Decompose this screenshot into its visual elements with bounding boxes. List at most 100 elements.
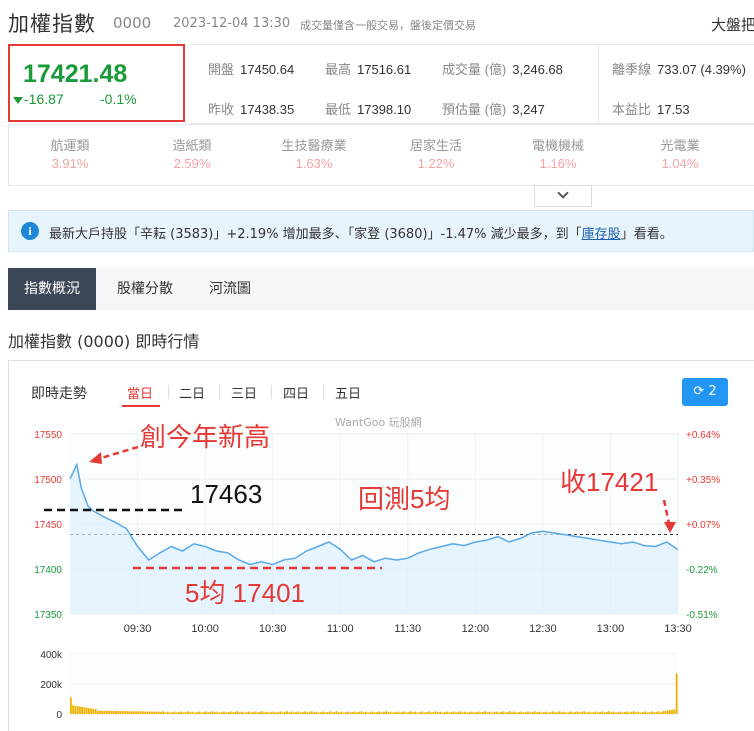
volume-bar — [337, 712, 340, 715]
volume-bar — [90, 708, 93, 715]
volume-bar — [488, 711, 491, 714]
volume-bar — [648, 711, 651, 715]
volume-bar — [335, 711, 338, 714]
volume-bar — [455, 712, 457, 714]
volume-bar — [142, 711, 144, 714]
volume-bar — [139, 711, 142, 714]
volume-bar — [265, 711, 268, 714]
volume-bar — [225, 712, 228, 714]
volume-bar — [416, 712, 419, 714]
volume-bar — [572, 712, 574, 714]
volume-bar — [182, 712, 185, 714]
volume-bar — [202, 711, 205, 715]
y-tick-left: 17400 — [34, 565, 62, 576]
volume-bar — [99, 710, 102, 714]
volume-bar — [128, 711, 131, 714]
volume-bar — [533, 711, 536, 714]
volume-bar — [281, 712, 284, 714]
volume-bar — [504, 712, 507, 714]
volume-bar — [664, 710, 667, 714]
volume-bar — [576, 711, 579, 714]
volume-bar — [322, 711, 325, 714]
volume-bar — [614, 712, 617, 714]
volume-bar — [398, 712, 401, 714]
volume-bar — [641, 712, 644, 714]
volume-bar — [126, 711, 129, 714]
annotation-retest: 回測5均 — [358, 484, 450, 514]
volume-bar — [401, 711, 403, 715]
volume-bar — [585, 712, 588, 715]
volume-bar — [92, 708, 95, 714]
volume-y-tick: 200k — [40, 680, 63, 691]
volume-bar — [187, 711, 189, 714]
volume-bar — [383, 711, 385, 714]
volume-bar — [556, 711, 559, 714]
volume-bar — [466, 712, 469, 714]
volume-bar — [193, 712, 196, 714]
volume-bar — [205, 711, 207, 714]
volume-bar — [511, 712, 514, 715]
volume-bar — [482, 711, 484, 714]
volume-bar — [495, 711, 498, 714]
x-tick: 10:00 — [191, 623, 219, 635]
volume-bar — [130, 711, 133, 714]
volume-bar — [419, 712, 421, 714]
volume-bar — [612, 711, 615, 714]
volume-bar — [162, 711, 165, 714]
volume-bar — [394, 712, 397, 714]
volume-bar — [310, 711, 313, 714]
volume-bar — [119, 711, 122, 715]
volume-bar — [157, 711, 160, 714]
volume-bar — [540, 712, 543, 714]
volume-bar — [355, 712, 358, 714]
volume-bar — [290, 711, 293, 714]
volume-bar — [274, 712, 277, 714]
volume-bar — [106, 710, 108, 714]
volume-bar — [261, 711, 264, 714]
volume-bar — [407, 711, 410, 714]
volume-bar — [596, 712, 599, 714]
volume-bar — [117, 711, 120, 714]
volume-bar — [70, 697, 72, 714]
volume-bar — [509, 711, 511, 714]
volume-bar — [468, 712, 471, 714]
y-tick-right: -0.22% — [686, 565, 718, 576]
volume-bar — [475, 711, 478, 715]
volume-bar — [477, 711, 480, 714]
x-tick: 12:00 — [462, 623, 490, 635]
volume-bar — [380, 712, 383, 714]
volume-bar — [484, 711, 487, 714]
volume-bar — [83, 707, 86, 714]
volume-bar — [486, 712, 489, 715]
volume-bar — [378, 711, 381, 714]
volume-bar — [272, 711, 275, 714]
volume-bar — [191, 711, 194, 714]
volume-bar — [166, 711, 169, 714]
volume-bar — [270, 712, 273, 714]
volume-bar — [369, 712, 372, 714]
volume-bar — [637, 711, 640, 714]
volume-bar — [473, 712, 475, 714]
volume-bar — [657, 711, 660, 714]
volume-bar — [590, 712, 592, 714]
volume-bar — [328, 711, 331, 714]
volume-bar — [569, 711, 572, 714]
volume-bar — [196, 712, 198, 714]
volume-bar — [425, 711, 428, 715]
volume-bar — [500, 711, 502, 715]
volume-bar — [277, 711, 279, 715]
volume-bar — [529, 712, 532, 714]
volume-bar — [288, 712, 291, 715]
volume-bar — [506, 711, 509, 714]
volume-bar — [443, 712, 446, 714]
volume-bar — [628, 712, 631, 714]
volume-bar — [232, 712, 234, 714]
volume-bar — [619, 711, 622, 714]
volume-bar — [308, 711, 311, 714]
volume-bar — [414, 711, 417, 714]
volume-bar — [319, 712, 322, 714]
volume-bar — [452, 711, 455, 714]
volume-bar — [412, 712, 415, 715]
volume-bar — [301, 711, 304, 715]
volume-bar — [646, 712, 649, 714]
